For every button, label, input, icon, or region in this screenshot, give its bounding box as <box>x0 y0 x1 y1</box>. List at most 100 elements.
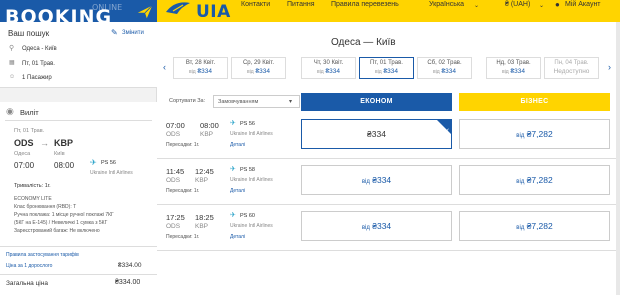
hand-baggage: Ручна поклажа: 1 місце ручної поклажі 7К… <box>14 212 114 218</box>
summary-flight-no: PS 56 <box>101 160 116 166</box>
language-select[interactable]: Українська <box>429 1 464 8</box>
date-card[interactable]: Ср, 29 Квіт. від ₴334 <box>231 57 286 79</box>
summary-arr-time: 08:00 <box>54 161 75 170</box>
chevron-right-icon[interactable]: › <box>608 62 611 72</box>
airline-logo-icon: ✈ <box>230 212 236 219</box>
left-sidebar: Ваш пошук ✎ Змінити ⚲ Одеса - Київ ▦ Пт,… <box>0 22 157 295</box>
date-price: від ₴334 <box>189 68 212 75</box>
search-route: Одеса - Київ <box>22 46 57 52</box>
scrollbar[interactable] <box>616 22 620 295</box>
business-price-value: ₴7,282 <box>526 221 553 231</box>
sort-bar: Сортувати За: Замовчуванням ▾ <box>165 93 300 111</box>
user-icon: ● <box>555 0 560 9</box>
business-price[interactable]: від ₴7,282 <box>459 211 610 241</box>
date-label: Нд, 03 Трав. <box>496 60 531 66</box>
details-link[interactable]: Деталі <box>230 142 245 148</box>
summary-dep-time: 07:00 <box>14 161 35 170</box>
flight-number: PS 58 <box>240 167 255 173</box>
dep-time: 07:00 <box>166 121 185 130</box>
currency-select[interactable]: ₴ (UAH) <box>505 1 530 8</box>
date-price: від ₴334 <box>502 68 525 75</box>
divider <box>0 274 157 275</box>
arr-time: 12:45 <box>195 167 214 176</box>
date-price: Недоступно <box>553 68 590 75</box>
to-code: KBP <box>195 223 209 230</box>
summary-duration: Тривалість: 1г. <box>14 183 51 189</box>
arr-time: 18:25 <box>195 213 214 222</box>
search-date: Пт, 01 Трав. <box>22 61 55 67</box>
calendar-icon: ▦ <box>9 60 15 66</box>
chevron-down-icon: ▾ <box>289 99 293 105</box>
economy-price-value: ₴334 <box>372 175 392 185</box>
location-pin-icon: ⚲ <box>9 45 15 52</box>
account-link[interactable]: Мій Акаунт <box>565 1 601 8</box>
nav-questions[interactable]: Питання <box>287 1 314 8</box>
date-price: від ₴334 <box>247 68 270 75</box>
chevron-down-icon: ⌄ <box>539 3 545 9</box>
business-price[interactable]: від ₴7,282 <box>459 119 610 149</box>
top-bar: BOOKING ONLINE UIA Контакти Питання Прав… <box>0 0 620 22</box>
date-label: Пн, 04 Трав. <box>554 60 589 66</box>
flight-number: PS 60 <box>240 213 255 219</box>
chevron-left-icon[interactable]: ‹ <box>163 62 166 72</box>
economy-header[interactable]: ЕКОНОМ <box>301 93 452 111</box>
search-passengers: 1 Пасажир <box>22 75 52 81</box>
airline-logo-icon: ✈ <box>90 158 97 167</box>
summary-from-city: Одеса <box>14 151 31 157</box>
economy-price: ₴334 <box>367 129 386 139</box>
sort-value: Замовчуванням <box>218 99 259 105</box>
flight-number: PS 56 <box>240 121 255 127</box>
summary-to-city: Київ <box>54 151 65 157</box>
economy-price[interactable]: від ₴334 <box>301 211 452 241</box>
economy-price-selected[interactable]: ₴334 ✓ <box>301 119 452 149</box>
nav-rules[interactable]: Правила перевезень <box>331 1 399 8</box>
date-card[interactable]: Вт, 28 Квіт. від ₴334 <box>173 57 228 79</box>
nav-contacts[interactable]: Контакти <box>241 1 270 8</box>
checked-baggage: Зареєстрований багаж: Не включено <box>14 228 100 234</box>
total-price-value: ₴334.00 <box>115 279 141 286</box>
price-per-adult-value: ₴334.00 <box>118 262 142 269</box>
details-link[interactable]: Деталі <box>230 188 245 194</box>
search-summary: Ваш пошук ✎ Змінити ⚲ Одеса - Київ ▦ Пт,… <box>0 22 157 88</box>
summary-airline: Ukraine Intl Airlines <box>90 170 133 176</box>
economy-price[interactable]: від ₴334 <box>301 165 452 195</box>
selected-flight-summary: ◉ Виліт Пт, 01 Трав. ODS → KBP Одеса Киї… <box>0 102 157 295</box>
search-title: Ваш пошук <box>8 29 50 38</box>
divider <box>0 246 157 247</box>
booking-class: Клас бронювання (RBD): T <box>14 204 77 210</box>
airline-name: Ukraine Intl Airlines <box>230 223 273 229</box>
fare-rules-link[interactable]: Правила застосування тарифів <box>6 252 79 258</box>
booking-online-logo[interactable]: BOOKING ONLINE <box>0 0 157 22</box>
date-card-selected[interactable]: Пт, 01 Трав. від ₴334 <box>359 57 414 79</box>
chevron-down-icon: ⌄ <box>474 3 480 9</box>
dep-time: 17:25 <box>166 213 185 222</box>
date-price: від ₴334 <box>433 68 456 75</box>
uia-brand[interactable]: UIA <box>196 2 231 22</box>
hand-baggage-details: (5КГ на E-145) / Невеличкі 1 сумка з 5КГ <box>14 220 108 226</box>
date-label: Чт, 30 Квіт. <box>313 60 344 66</box>
arrow-right-icon: → <box>40 138 49 148</box>
date-price: від ₴334 <box>317 68 340 75</box>
airline-logo-icon: ✈ <box>230 166 236 173</box>
sort-label: Сортувати За: <box>169 98 206 104</box>
date-card[interactable]: Нд, 03 Трав. від ₴334 <box>486 57 541 79</box>
airline-logo-icon: ✈ <box>230 120 236 127</box>
economy-price-value: ₴334 <box>372 221 392 231</box>
dep-time: 11:45 <box>166 167 185 176</box>
fare-name: ECONOMY LITE <box>14 196 52 202</box>
plane-logo-icon <box>137 5 153 19</box>
business-price-value: ₴7,282 <box>526 175 553 185</box>
arr-time: 08:00 <box>200 121 219 130</box>
to-code: KBP <box>200 131 214 138</box>
sort-select[interactable]: Замовчуванням ▾ <box>213 95 300 108</box>
business-price[interactable]: від ₴7,282 <box>459 165 610 195</box>
business-price-value: ₴7,282 <box>526 129 553 139</box>
change-search-link[interactable]: Змінити <box>122 30 144 36</box>
departure-section-title: Виліт <box>20 108 39 117</box>
business-header[interactable]: БІЗНЕС <box>459 93 610 111</box>
summary-date: Пт, 01 Трав. <box>14 128 45 134</box>
date-card[interactable]: Сб, 02 Трав. від ₴334 <box>417 57 472 79</box>
details-link[interactable]: Деталі <box>230 234 245 240</box>
checkmark-icon: ✓ <box>444 128 450 135</box>
date-card[interactable]: Чт, 30 Квіт. від ₴334 <box>301 57 356 79</box>
